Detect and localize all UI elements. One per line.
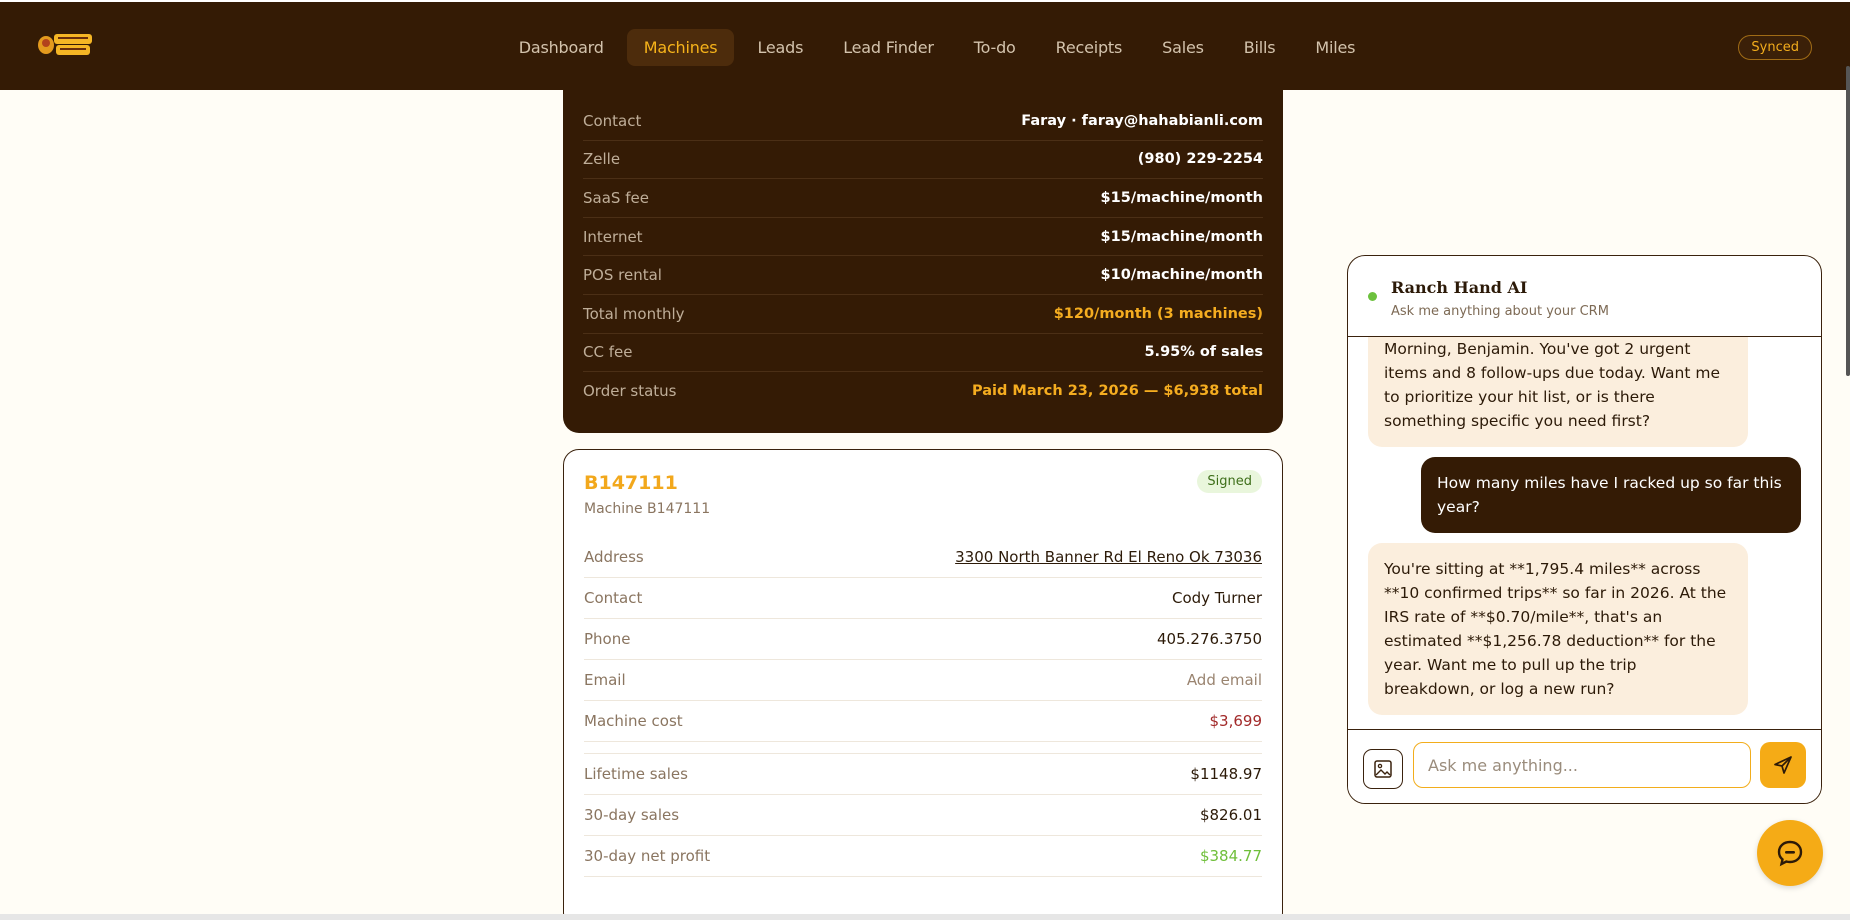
field-label: Contact — [584, 589, 643, 607]
chat-composer — [1348, 729, 1821, 803]
online-status-icon — [1368, 292, 1377, 301]
30-day-sales-value: $826.01 — [1199, 806, 1262, 824]
order-value: Paid March 23, 2026 — $6,938 total — [971, 383, 1263, 400]
order-label: Zelle — [583, 150, 621, 169]
field-label: Email — [584, 671, 626, 689]
chat-subtitle: Ask me anything about your CRM — [1391, 304, 1609, 319]
image-icon — [1374, 760, 1392, 778]
order-row-total-monthly: Total monthly $120/month (3 machines) — [583, 295, 1263, 334]
machine-subtitle: Machine B147111 — [584, 501, 711, 517]
order-value: $10/machine/month — [1100, 267, 1263, 284]
order-label: Internet — [583, 227, 643, 246]
field-label: Lifetime sales — [584, 765, 688, 783]
send-button[interactable] — [1760, 742, 1806, 788]
order-row-zelle: Zelle (980) 229-2254 — [583, 141, 1263, 180]
machine-row-30-day-profit: 30-day net profit $384.77 — [584, 836, 1262, 877]
nav-bills[interactable]: Bills — [1227, 29, 1293, 66]
nav-sales[interactable]: Sales — [1145, 29, 1221, 66]
attach-image-button[interactable] — [1363, 749, 1403, 789]
chat-header: Ranch Hand AI Ask me anything about your… — [1348, 256, 1821, 337]
page-scrollbar[interactable] — [1846, 66, 1850, 376]
status-badge: Signed — [1197, 470, 1262, 493]
order-row-contact: Contact Faray · faray@hahabianli.com — [583, 102, 1263, 141]
nav-miles[interactable]: Miles — [1298, 29, 1372, 66]
order-row-saas-fee: SaaS fee $15/machine/month — [583, 179, 1263, 218]
order-details-card: Contact Faray · faray@hahabianli.com Zel… — [563, 90, 1283, 433]
order-value: Faray · faray@hahabianli.com — [1021, 112, 1263, 129]
field-label: Machine cost — [584, 712, 683, 730]
machine-row-email: Email Add email — [584, 660, 1262, 701]
order-value: (980) 229-2254 — [1137, 151, 1263, 168]
top-nav-bar: Dashboard Machines Leads Lead Finder To-… — [0, 0, 1850, 376]
order-label: SaaS fee — [583, 188, 649, 207]
ai-chat-panel: Ranch Hand AI Ask me anything about your… — [1347, 255, 1822, 804]
chat-bubble-icon — [1777, 840, 1803, 867]
user-message: How many miles have I racked up so far t… — [1421, 457, 1801, 533]
nav-machines[interactable]: Machines — [626, 29, 735, 66]
order-row-internet: Internet $15/machine/month — [583, 218, 1263, 257]
nav-todo[interactable]: To-do — [957, 29, 1033, 66]
address-link[interactable]: 3300 North Banner Rd El Reno Ok 73036 — [955, 548, 1262, 566]
field-label: 30-day sales — [584, 806, 680, 824]
machine-card[interactable]: B147111 Machine B147111 Signed Address 3… — [563, 449, 1283, 920]
chat-title: Ranch Hand AI — [1391, 278, 1528, 297]
30-day-profit-value: $384.77 — [1199, 847, 1262, 865]
order-label: Order status — [583, 382, 677, 401]
order-label: Total monthly — [583, 304, 685, 323]
machine-cost-value: $3,699 — [1209, 712, 1263, 730]
order-value: 5.95% of sales — [1144, 344, 1263, 361]
order-value: $15/machine/month — [1100, 189, 1263, 206]
machine-row-30-day-sales: 30-day sales $826.01 — [584, 795, 1262, 836]
machine-row-lifetime-sales: Lifetime sales $1148.97 — [584, 754, 1262, 795]
nav-dashboard[interactable]: Dashboard — [502, 29, 621, 66]
horizontal-scrollbar[interactable] — [0, 914, 1850, 920]
ai-message: You're sitting at **1,795.4 miles** acro… — [1368, 543, 1748, 715]
machine-row-cost: Machine cost $3,699 — [584, 701, 1262, 742]
machine-row-contact: Contact Cody Turner — [584, 578, 1262, 619]
nav-receipts[interactable]: Receipts — [1039, 29, 1140, 66]
chat-messages[interactable]: Morning, Benjamin. You've got 2 urgent i… — [1348, 337, 1821, 730]
field-label: Address — [584, 548, 644, 566]
order-value: $15/machine/month — [1100, 228, 1263, 245]
phone-number: 405.276.3750 — [1157, 630, 1262, 648]
order-label: POS rental — [583, 266, 662, 285]
section-divider — [584, 742, 1262, 754]
machine-row-address: Address 3300 North Banner Rd El Reno Ok … — [584, 537, 1262, 578]
order-row-pos-rental: POS rental $10/machine/month — [583, 256, 1263, 295]
ai-message: Morning, Benjamin. You've got 2 urgent i… — [1368, 337, 1748, 447]
send-icon — [1774, 756, 1792, 774]
main-navigation: Dashboard Machines Leads Lead Finder To-… — [0, 29, 1850, 66]
order-label: CC fee — [583, 343, 633, 362]
contact-name: Cody Turner — [1171, 589, 1262, 607]
order-row-order-status: Order status Paid March 23, 2026 — $6,93… — [583, 372, 1263, 411]
chat-toggle-button[interactable] — [1757, 820, 1823, 886]
field-label: 30-day net profit — [584, 847, 711, 865]
nav-leads[interactable]: Leads — [740, 29, 820, 66]
nav-lead-finder[interactable]: Lead Finder — [826, 29, 951, 66]
machine-row-phone: Phone 405.276.3750 — [584, 619, 1262, 660]
sync-status-badge: Synced — [1738, 35, 1812, 60]
order-value: $120/month (3 machines) — [1053, 305, 1263, 322]
field-label: Phone — [584, 630, 631, 648]
lifetime-sales-value: $1148.97 — [1190, 765, 1262, 783]
chat-input[interactable] — [1413, 742, 1751, 788]
machine-id[interactable]: B147111 — [584, 472, 1262, 494]
add-email-link[interactable]: Add email — [1187, 671, 1262, 689]
order-row-cc-fee: CC fee 5.95% of sales — [583, 334, 1263, 373]
order-label: Contact — [583, 111, 642, 130]
